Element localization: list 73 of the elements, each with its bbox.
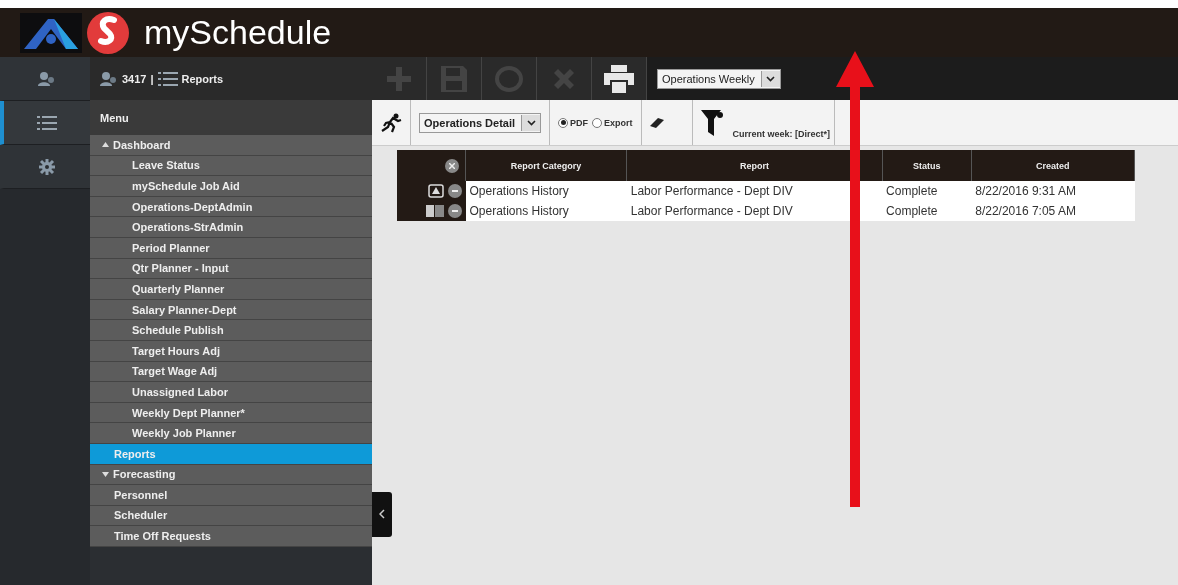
people-icon [38, 70, 56, 87]
list-icon [37, 115, 57, 130]
filter-icon [700, 109, 723, 136]
menu-item[interactable]: Schedule Publish [90, 320, 372, 341]
menu-item[interactable]: Scheduler [90, 505, 372, 527]
rail-tab[interactable] [0, 145, 90, 189]
clear-button[interactable] [445, 158, 459, 173]
menu-item[interactable]: Target Hours Adj [90, 340, 372, 362]
report-set-dropdown[interactable]: Operations Weekly [657, 68, 781, 89]
menu-item[interactable]: Period Planner [90, 237, 372, 259]
cross-icon [552, 66, 576, 91]
filter-summary: Current week: [Direct*] [732, 129, 831, 141]
table-cell: 8/22/2016 7:05 AM [971, 201, 1135, 221]
pdf-file-icon [427, 184, 444, 198]
remove-button[interactable] [447, 184, 462, 198]
column-header[interactable]: Report [626, 150, 883, 181]
menu-item[interactable]: Personnel [90, 485, 372, 506]
menu-title: Menu [90, 100, 372, 135]
menu-item[interactable]: Dashboard [90, 135, 372, 156]
logo-icon [86, 10, 130, 55]
table-cell: Labor Performance - Dept DIV [626, 201, 883, 221]
menu-item[interactable]: Weekly Dept Planner* [90, 402, 372, 424]
format-radio[interactable]: Export [592, 117, 633, 128]
menu-item[interactable]: Target Wage Adj [90, 361, 372, 383]
table-cell: Complete [882, 201, 972, 221]
table-cell: Complete [882, 181, 972, 201]
caret-icon [526, 119, 536, 126]
menu-item[interactable]: Unassigned Labor [90, 382, 372, 403]
menu-item[interactable]: Quarterly Planner [90, 279, 372, 300]
chevron-left-icon [379, 508, 385, 519]
minus-icon [451, 190, 458, 192]
runner-icon [380, 112, 402, 133]
save-icon [441, 65, 467, 92]
format-radio[interactable]: PDF [558, 117, 589, 128]
page-name: Reports [181, 72, 224, 85]
list-icon [157, 71, 178, 86]
toolbar-button[interactable] [592, 57, 647, 100]
table-cell: 8/22/2016 9:31 AM [971, 181, 1135, 201]
print-icon [604, 64, 634, 93]
menu-item[interactable]: Weekly Job Planner [90, 423, 372, 444]
collapse-handle[interactable] [372, 492, 392, 537]
circle-icon [495, 65, 523, 92]
column-header[interactable]: Report Category [465, 150, 627, 181]
menu-item[interactable]: mySchedule Job Aid [90, 176, 372, 197]
gear-icon [38, 157, 56, 176]
menu-item[interactable]: Operations-DeptAdmin [90, 196, 372, 218]
people-icon [100, 70, 118, 87]
menu-item[interactable]: Time Off Requests [90, 526, 372, 547]
expand-triangle-icon [102, 471, 109, 477]
menu-item[interactable]: Leave Status [90, 155, 372, 177]
collapse-triangle-icon [102, 142, 109, 148]
remove-button[interactable] [447, 204, 462, 218]
logo-icon [20, 12, 82, 53]
menu-item[interactable]: Salary Planner-Dept [90, 299, 372, 321]
minus-icon [451, 210, 458, 212]
app-title: mySchedule [144, 13, 332, 52]
menu-item[interactable]: Qtr Planner - Input [90, 258, 372, 280]
close-icon [449, 162, 455, 169]
breadcrumb-separator: | [150, 72, 154, 85]
column-header[interactable]: Created [971, 150, 1135, 181]
spreadsheet-file-icon [425, 204, 444, 218]
table-cell: Operations History [465, 201, 627, 221]
menu-item[interactable]: Operations-StrAdmin [90, 217, 372, 238]
plus-icon [387, 66, 411, 91]
store-number: 3417 [122, 72, 147, 85]
rail-tab[interactable] [0, 101, 90, 145]
menu-item[interactable]: Forecasting [90, 464, 372, 486]
eraser-icon [649, 117, 664, 128]
column-header[interactable]: Status [882, 150, 972, 181]
table-cell: Operations History [465, 181, 627, 201]
report-type-dropdown[interactable]: Operations Detail [419, 112, 542, 133]
caret-icon [766, 75, 776, 82]
table-cell: Labor Performance - Dept DIV [626, 181, 883, 201]
